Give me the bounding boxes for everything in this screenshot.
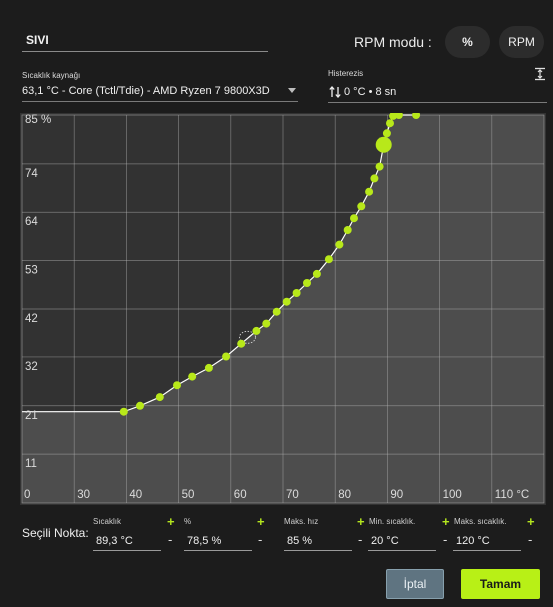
ok-button[interactable]: Tamam	[461, 569, 540, 599]
curve-point[interactable]	[350, 214, 358, 223]
percent-label: %	[184, 517, 192, 526]
mode-rpm-button[interactable]: RPM	[499, 26, 544, 58]
source-label: Sıcaklık kaynağı	[22, 71, 81, 80]
chevron-down-icon	[288, 88, 296, 93]
x-tick-label: 30	[77, 489, 90, 501]
fan-curve-svg[interactable]: 0 30 40 50 60 70 80 90 100 110 °C 85 % 74 64 53 42 32 21…	[20, 111, 546, 505]
temperature-input[interactable]: 89,3 °C	[93, 531, 161, 551]
min-temperature-increment-button[interactable]: +	[442, 514, 450, 529]
curve-point[interactable]	[386, 119, 394, 128]
y-tick-label: 85 %	[25, 114, 51, 126]
min-temperature-decrement-button[interactable]: -	[443, 532, 447, 547]
hysteresis-field[interactable]: 0 °C • 8 sn	[328, 82, 547, 103]
x-tick-label: 110 °C	[495, 489, 529, 501]
up-down-arrows-icon	[328, 85, 342, 99]
cancel-button[interactable]: İptal	[386, 569, 444, 599]
x-tick-label: 40	[129, 489, 142, 501]
percent-increment-button[interactable]: +	[257, 514, 265, 529]
selected-point-label: Seçili Nokta:	[22, 526, 89, 540]
hysteresis-value: 0 °C • 8 sn	[344, 86, 397, 98]
y-tick-label: 74	[25, 168, 38, 180]
x-tick-label: 50	[182, 489, 195, 501]
min-temperature-label: Min. sıcaklık.	[369, 517, 416, 526]
x-tick-label: 70	[286, 489, 299, 501]
x-tick-label: 100	[443, 489, 462, 501]
max-temperature-decrement-button[interactable]: -	[528, 532, 532, 547]
curve-point[interactable]	[343, 226, 352, 234]
max-temperature-input[interactable]: 120 °C	[453, 531, 521, 551]
y-tick-label: 21	[25, 410, 38, 422]
rpm-mode-label: RPM modu :	[354, 34, 432, 50]
curve-point[interactable]	[357, 202, 366, 211]
curve-point[interactable]	[292, 289, 301, 297]
x-tick-label: 60	[234, 489, 247, 501]
y-tick-label: 42	[25, 313, 38, 325]
curve-point[interactable]	[272, 307, 281, 316]
curve-point[interactable]	[303, 279, 311, 287]
curve-point[interactable]	[370, 174, 379, 183]
curve-point[interactable]	[188, 372, 197, 381]
hysteresis-label: Histerezis	[328, 69, 364, 78]
curve-point[interactable]	[324, 255, 333, 264]
x-tick-label: 80	[338, 489, 351, 501]
max-temperature-increment-button[interactable]: +	[527, 514, 535, 529]
temperature-increment-button[interactable]: +	[167, 514, 175, 529]
y-tick-label: 11	[25, 458, 37, 470]
temperature-label: Sıcaklık	[93, 517, 122, 526]
y-tick-label: 32	[25, 361, 38, 373]
source-value: 63,1 °C - Core (Tctl/Tdie) - AMD Ryzen 7…	[22, 84, 270, 97]
curve-point[interactable]	[252, 326, 261, 335]
curve-point[interactable]	[222, 352, 231, 361]
max-speed-decrement-button[interactable]: -	[358, 532, 362, 547]
max-speed-input[interactable]: 85 %	[284, 531, 352, 551]
curve-point[interactable]	[335, 240, 344, 249]
curve-point[interactable]	[382, 129, 391, 138]
max-speed-label: Maks. hız	[284, 517, 319, 526]
fan-curve-chart[interactable]: 0 30 40 50 60 70 80 90 100 110 °C 85 % 74 64 53 42 32 21…	[20, 111, 546, 505]
curve-point[interactable]	[312, 269, 321, 278]
y-tick-label: 64	[25, 216, 38, 228]
curve-point[interactable]	[282, 297, 291, 306]
selected-curve-point[interactable]	[375, 136, 392, 153]
x-tick-label: 0	[24, 489, 30, 501]
max-temperature-label: Maks. sıcaklık.	[454, 517, 507, 526]
profile-name-input[interactable]: SIVI	[22, 28, 268, 52]
curve-point[interactable]	[365, 187, 374, 196]
min-temperature-input[interactable]: 20 °C	[368, 531, 436, 551]
curve-point[interactable]	[237, 339, 246, 348]
source-select[interactable]: 63,1 °C - Core (Tctl/Tdie) - AMD Ryzen 7…	[22, 80, 298, 102]
curve-point[interactable]	[136, 401, 144, 410]
max-speed-increment-button[interactable]: +	[357, 514, 365, 529]
percent-decrement-button[interactable]: -	[258, 532, 262, 547]
percent-input[interactable]: 78,5 %	[184, 531, 252, 551]
temperature-decrement-button[interactable]: -	[168, 532, 172, 547]
curve-point[interactable]	[173, 381, 181, 390]
curve-point[interactable]	[119, 407, 128, 416]
curve-point[interactable]	[155, 393, 164, 402]
y-tick-label: 53	[25, 265, 38, 277]
x-tick-label: 90	[390, 489, 403, 501]
curve-point[interactable]	[262, 319, 271, 328]
curve-point[interactable]	[375, 162, 384, 171]
curve-point[interactable]	[204, 363, 213, 372]
fit-vertical-icon[interactable]	[533, 67, 547, 81]
mode-percent-button[interactable]: %	[445, 26, 490, 58]
